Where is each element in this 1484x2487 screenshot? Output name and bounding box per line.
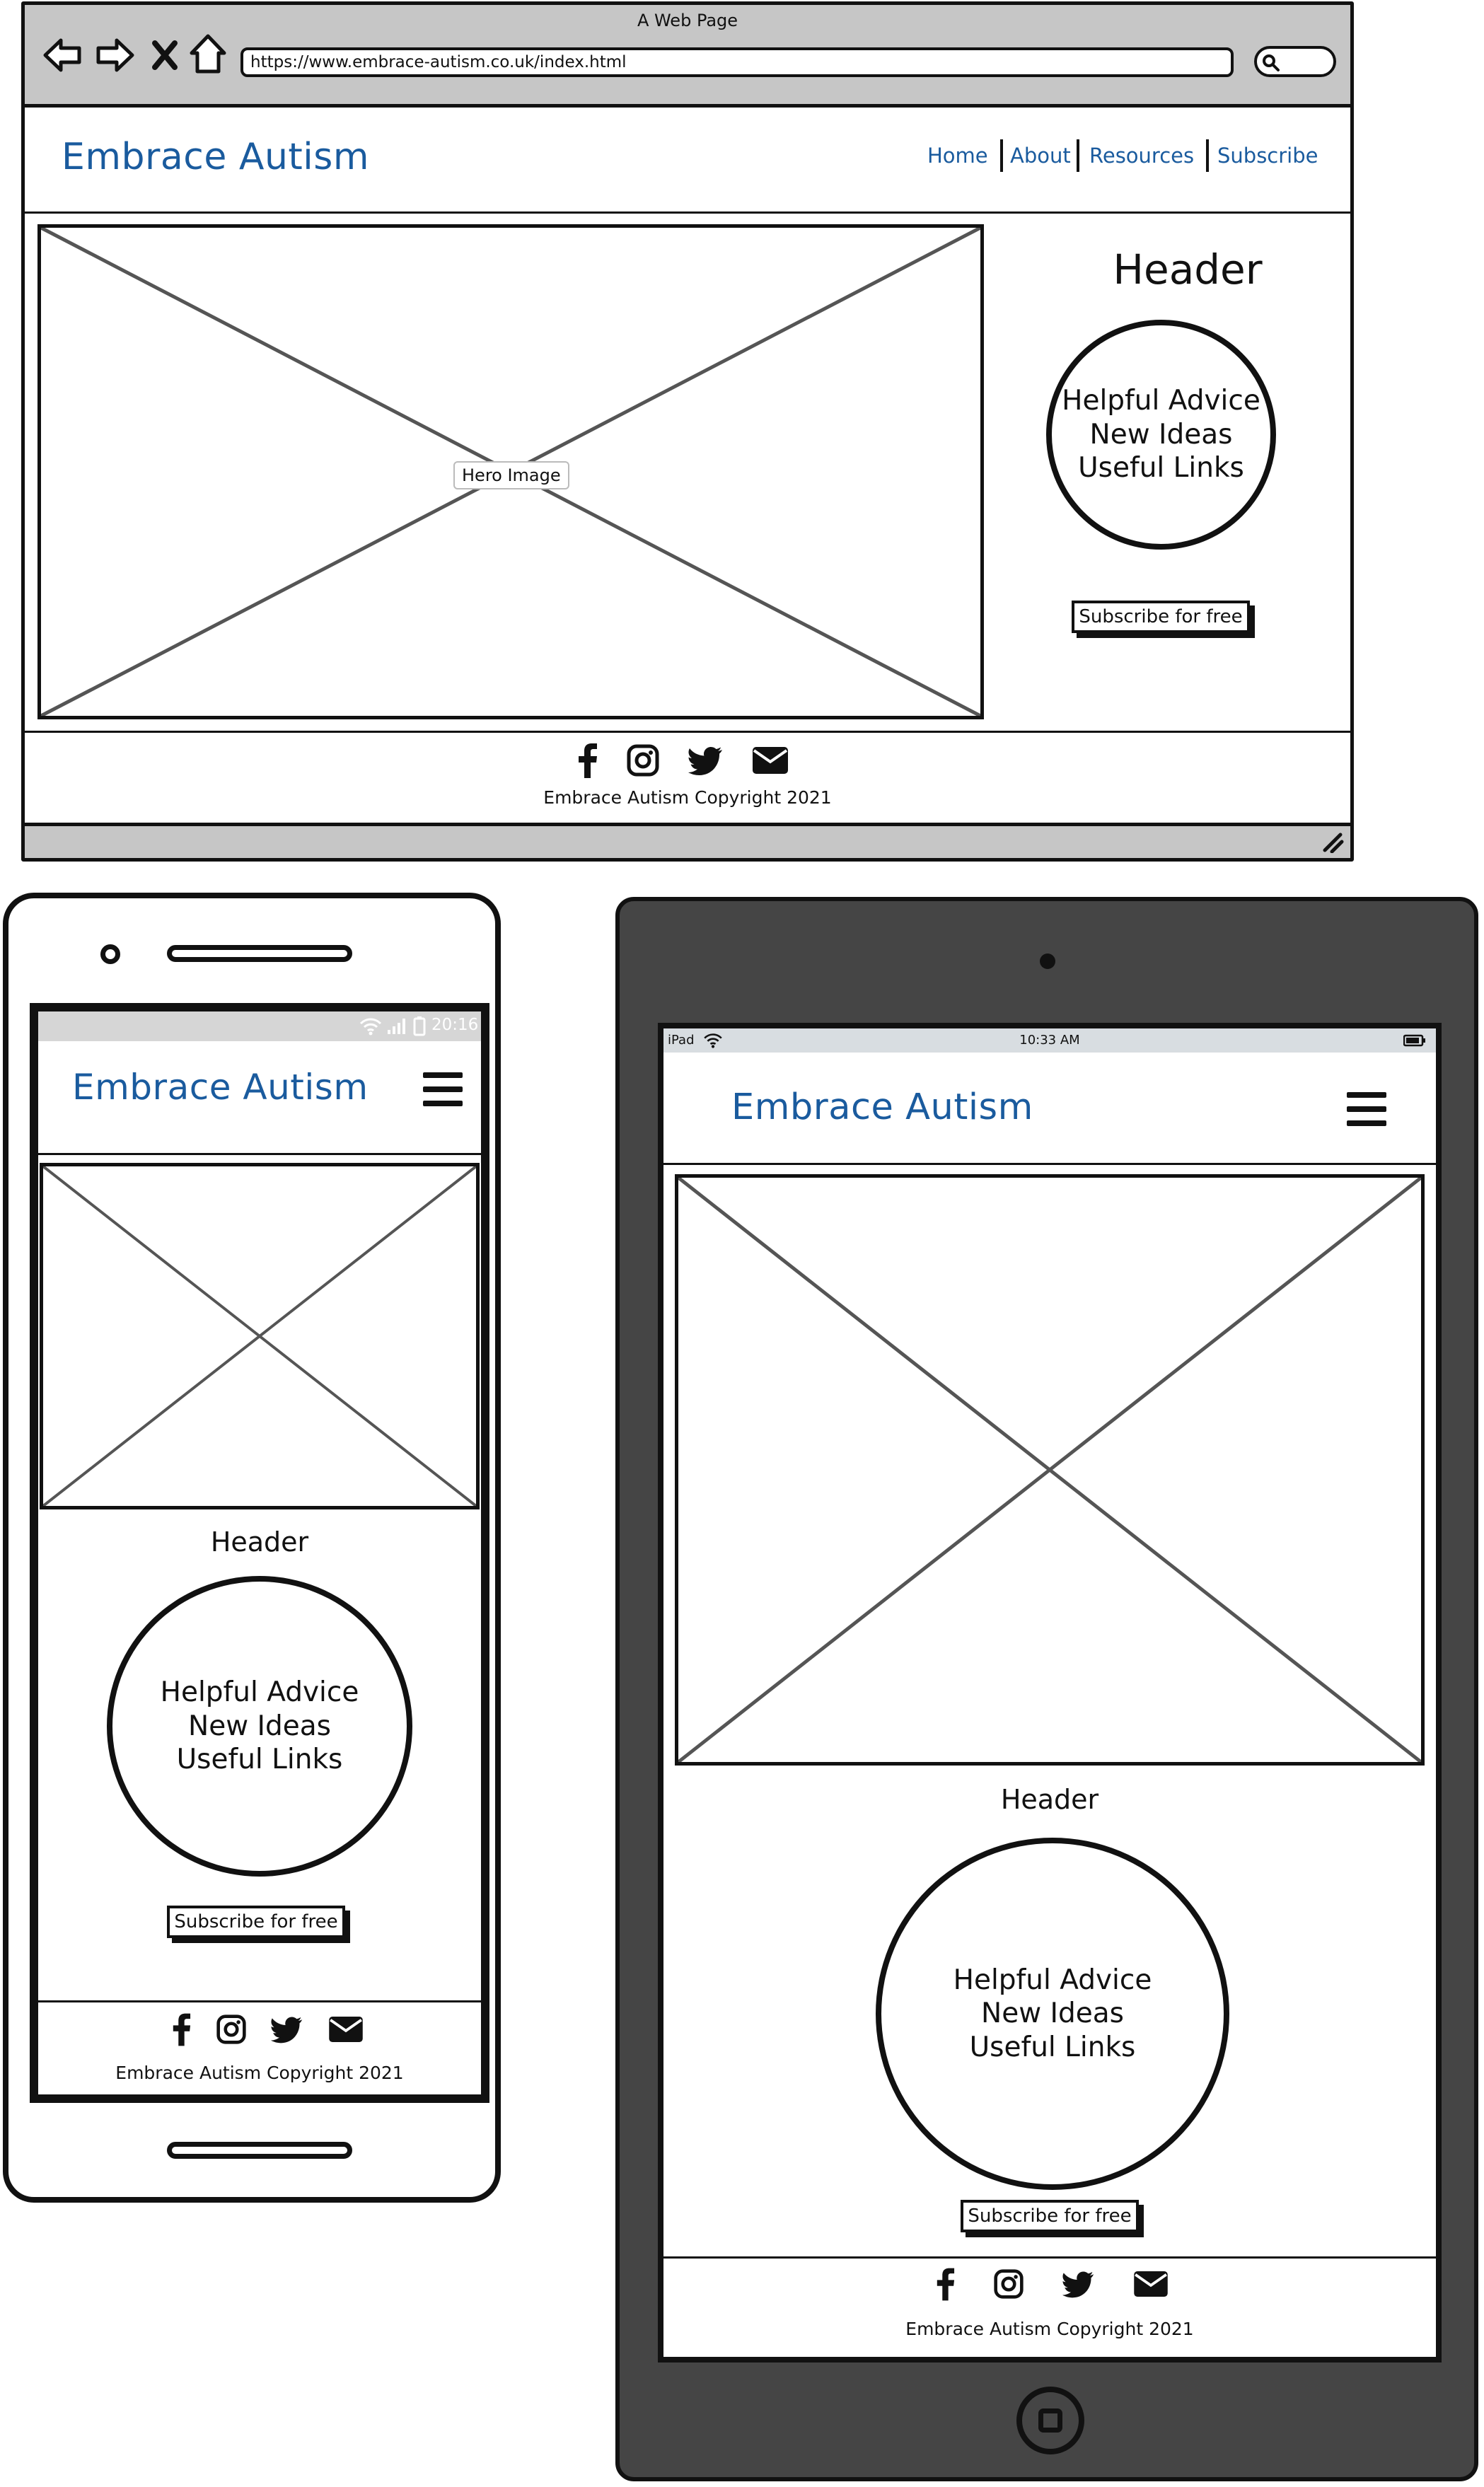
home-icon[interactable] bbox=[189, 33, 227, 76]
feature-line: New Ideas bbox=[1089, 418, 1233, 451]
facebook-icon[interactable] bbox=[171, 2012, 191, 2046]
feature-line: Useful Links bbox=[969, 2031, 1136, 2063]
battery-icon bbox=[413, 1016, 426, 1036]
tablet-mockup: iPad 10:33 AM Embrace Autism Header Help… bbox=[615, 897, 1478, 2481]
footer-divider bbox=[38, 2000, 481, 2002]
battery-icon bbox=[1403, 1034, 1425, 1047]
feature-line: New Ideas bbox=[188, 1710, 331, 1742]
window-title: A Web Page bbox=[637, 11, 738, 30]
status-time: 20:16 bbox=[431, 1016, 479, 1034]
subscribe-button[interactable]: Subscribe for free bbox=[961, 2200, 1139, 2232]
signal-icon bbox=[388, 1019, 405, 1034]
hamburger-menu-icon[interactable] bbox=[423, 1072, 463, 1106]
hero-image-label: Hero Image bbox=[453, 461, 569, 489]
site-title[interactable]: Embrace Autism bbox=[72, 1067, 369, 1108]
feature-line: Helpful Advice bbox=[953, 1964, 1152, 1996]
twitter-icon[interactable] bbox=[688, 746, 724, 775]
header-divider bbox=[25, 211, 1350, 214]
email-icon[interactable] bbox=[752, 746, 789, 775]
search-icon bbox=[1263, 54, 1280, 71]
resize-grip-icon[interactable] bbox=[1322, 832, 1345, 853]
tablet-screen: iPad 10:33 AM Embrace Autism Header Help… bbox=[658, 1023, 1442, 2363]
features-circle: Helpful Advice New Ideas Useful Links bbox=[876, 1838, 1229, 2190]
subscribe-button[interactable]: Subscribe for free bbox=[1072, 601, 1250, 633]
page-header: Header bbox=[210, 1526, 309, 1558]
feature-line: New Ideas bbox=[981, 1998, 1124, 2030]
home-bar[interactable] bbox=[167, 2142, 352, 2159]
nav-resources[interactable]: Resources bbox=[1089, 144, 1194, 168]
email-icon[interactable] bbox=[1133, 2271, 1169, 2297]
instagram-icon[interactable] bbox=[626, 743, 660, 777]
site-title[interactable]: Embrace Autism bbox=[62, 136, 369, 178]
camera-icon bbox=[1040, 953, 1055, 969]
url-bar[interactable]: https://www.embrace-autism.co.uk/index.h… bbox=[240, 47, 1234, 77]
status-time: 10:33 AM bbox=[1019, 1033, 1080, 1048]
forward-arrow-icon[interactable] bbox=[94, 35, 135, 76]
social-links bbox=[171, 2010, 364, 2048]
wifi-icon bbox=[359, 1018, 382, 1036]
feature-line: Useful Links bbox=[1078, 452, 1244, 485]
hero-image-placeholder: Hero Image bbox=[37, 224, 984, 719]
twitter-icon[interactable] bbox=[271, 2015, 303, 2043]
feature-line: Helpful Advice bbox=[1062, 385, 1260, 417]
home-button-icon[interactable] bbox=[1016, 2387, 1084, 2454]
social-links bbox=[576, 741, 789, 780]
header-divider bbox=[663, 1163, 1436, 1165]
phone-screen: 20:16 Embrace Autism Header Helpful Advi… bbox=[30, 1003, 489, 2103]
features-circle: Helpful Advice New Ideas Useful Links bbox=[1046, 320, 1276, 550]
search-box[interactable] bbox=[1254, 46, 1336, 77]
hero-image-placeholder bbox=[40, 1163, 480, 1509]
nav-subscribe[interactable]: Subscribe bbox=[1217, 144, 1318, 168]
back-arrow-icon[interactable] bbox=[42, 35, 83, 76]
page-header: Header bbox=[1113, 245, 1263, 294]
social-links bbox=[935, 2265, 1169, 2303]
hamburger-menu-icon[interactable] bbox=[1347, 1092, 1386, 1126]
copyright: Embrace Autism Copyright 2021 bbox=[115, 2063, 404, 2083]
email-icon[interactable] bbox=[328, 2016, 364, 2043]
facebook-icon[interactable] bbox=[576, 743, 598, 778]
site-title[interactable]: Embrace Autism bbox=[731, 1086, 1033, 1128]
instagram-icon[interactable] bbox=[993, 2268, 1024, 2300]
feature-line: Helpful Advice bbox=[160, 1676, 359, 1709]
copyright: Embrace Autism Copyright 2021 bbox=[905, 2319, 1194, 2339]
nav-about[interactable]: About bbox=[1010, 144, 1071, 168]
nav-separator bbox=[1206, 139, 1209, 172]
browser-statusbar bbox=[25, 823, 1350, 858]
nav-separator bbox=[1077, 139, 1079, 172]
subscribe-button[interactable]: Subscribe for free bbox=[167, 1906, 345, 1938]
copyright: Embrace Autism Copyright 2021 bbox=[543, 787, 832, 808]
browser-titlebar: A Web Page https://www.embrace-autism.co… bbox=[25, 5, 1350, 108]
features-circle: Helpful Advice New Ideas Useful Links bbox=[107, 1576, 412, 1877]
instagram-icon[interactable] bbox=[216, 2014, 247, 2045]
feature-line: Useful Links bbox=[176, 1744, 343, 1776]
header-divider bbox=[38, 1153, 481, 1155]
status-bar: 20:16 bbox=[38, 1011, 481, 1041]
speaker-icon bbox=[167, 945, 352, 962]
status-bar: iPad 10:33 AM bbox=[663, 1028, 1436, 1053]
hero-image-placeholder bbox=[675, 1174, 1425, 1766]
facebook-icon[interactable] bbox=[935, 2267, 955, 2301]
desktop-browser-mockup: A Web Page https://www.embrace-autism.co… bbox=[21, 1, 1354, 862]
footer-divider bbox=[663, 2256, 1436, 2259]
nav-separator bbox=[1000, 139, 1003, 172]
nav-home[interactable]: Home bbox=[927, 144, 988, 168]
twitter-icon[interactable] bbox=[1062, 2270, 1095, 2298]
close-icon[interactable] bbox=[151, 39, 179, 71]
phone-mockup: 20:16 Embrace Autism Header Helpful Advi… bbox=[3, 893, 501, 2203]
camera-icon bbox=[100, 944, 120, 964]
page-header: Header bbox=[1000, 1784, 1099, 1815]
footer-divider bbox=[25, 731, 1350, 733]
